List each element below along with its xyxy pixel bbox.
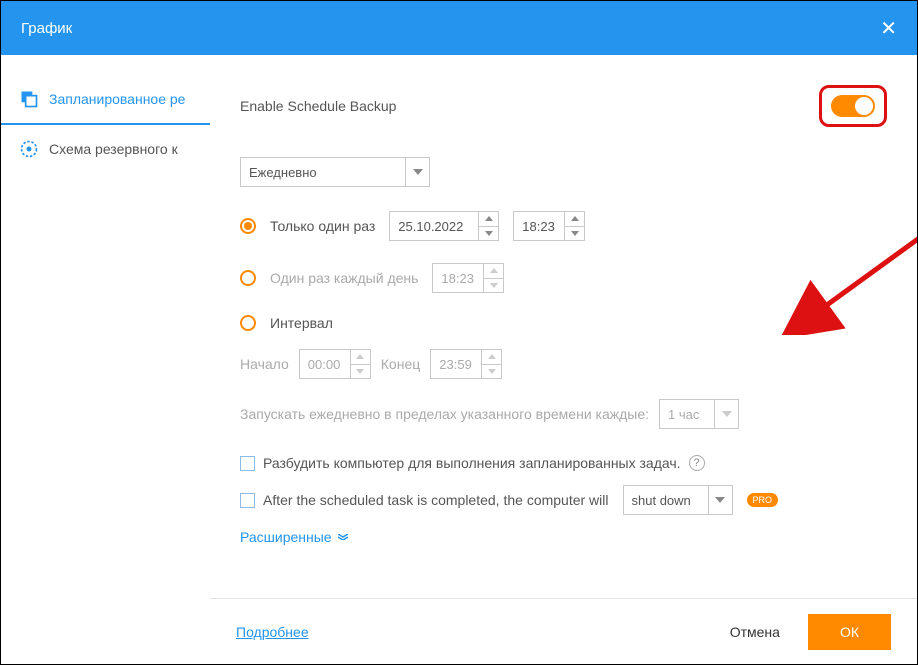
dialog-body: Запланированное ре Схема резервного к En… bbox=[1, 55, 917, 598]
pro-badge: PRO bbox=[747, 493, 779, 507]
once-time-input[interactable] bbox=[513, 211, 585, 241]
advanced-label: Расширенные bbox=[240, 529, 332, 545]
sidebar-item-label: Запланированное ре bbox=[49, 91, 185, 107]
main-panel: Enable Schedule Backup Ежедневно Только … bbox=[210, 55, 917, 598]
wake-row: Разбудить компьютер для выполнения запла… bbox=[240, 455, 887, 471]
chevron-up-icon[interactable] bbox=[482, 350, 501, 365]
option-daily-row: Один раз каждый день bbox=[240, 263, 887, 293]
frequency-select[interactable]: Ежедневно bbox=[240, 157, 430, 187]
after-checkbox[interactable] bbox=[240, 493, 255, 508]
advanced-link[interactable]: Расширенные bbox=[240, 529, 887, 545]
option-once-row: Только один раз bbox=[240, 211, 887, 241]
after-action-select[interactable]: shut down bbox=[623, 485, 733, 515]
enable-toggle[interactable] bbox=[831, 95, 875, 117]
daily-time-input[interactable] bbox=[432, 263, 504, 293]
frequency-row: Ежедневно bbox=[240, 157, 887, 187]
sidebar-item-scheme[interactable]: Схема резервного к bbox=[1, 125, 210, 173]
chevron-up-icon[interactable] bbox=[479, 212, 498, 227]
frequency-value: Ежедневно bbox=[249, 165, 317, 180]
close-icon[interactable]: ✕ bbox=[880, 16, 897, 41]
enable-row: Enable Schedule Backup bbox=[240, 85, 887, 127]
chevron-down-icon[interactable] bbox=[565, 227, 584, 241]
chevron-down-icon[interactable] bbox=[351, 365, 370, 379]
radio-daily[interactable] bbox=[240, 270, 256, 286]
double-chevron-down-icon bbox=[338, 534, 348, 540]
chevron-up-icon[interactable] bbox=[565, 212, 584, 227]
spinner-buttons[interactable] bbox=[483, 264, 503, 292]
radio-interval-label: Интервал bbox=[270, 315, 333, 331]
spinner-buttons[interactable] bbox=[478, 212, 498, 240]
radio-once-label: Только один раз bbox=[270, 218, 375, 234]
chevron-down-icon[interactable] bbox=[482, 365, 501, 379]
copy-icon bbox=[19, 89, 39, 109]
interval-end-label: Конец bbox=[381, 356, 420, 372]
sidebar: Запланированное ре Схема резервного к bbox=[1, 55, 210, 598]
option-interval-row: Интервал bbox=[240, 315, 887, 331]
interval-every-row: Запускать ежедневно в пределах указанног… bbox=[240, 399, 887, 429]
footer-buttons: Отмена ОК bbox=[720, 614, 891, 650]
footer: Подробнее Отмена ОК bbox=[210, 598, 917, 664]
gear-icon bbox=[19, 139, 39, 159]
enable-label: Enable Schedule Backup bbox=[240, 98, 396, 114]
sidebar-item-scheduled[interactable]: Запланированное ре bbox=[1, 75, 210, 125]
radio-once[interactable] bbox=[240, 218, 256, 234]
chevron-down-icon bbox=[708, 486, 732, 514]
ok-button[interactable]: ОК bbox=[808, 614, 891, 650]
spinner-buttons[interactable] bbox=[350, 350, 370, 378]
interval-end-input[interactable] bbox=[430, 349, 502, 379]
wake-checkbox[interactable] bbox=[240, 456, 255, 471]
interval-range-row: Начало Конец bbox=[240, 349, 887, 379]
spinner-buttons[interactable] bbox=[481, 350, 501, 378]
radio-daily-label: Один раз каждый день bbox=[270, 270, 418, 286]
chevron-up-icon[interactable] bbox=[484, 264, 503, 279]
once-date-input[interactable] bbox=[389, 211, 499, 241]
chevron-down-icon bbox=[405, 158, 429, 186]
chevron-up-icon[interactable] bbox=[351, 350, 370, 365]
chevron-down-icon[interactable] bbox=[484, 279, 503, 293]
interval-start-label: Начало bbox=[240, 356, 289, 372]
help-icon[interactable]: ? bbox=[689, 455, 705, 471]
schedule-dialog: График ✕ Запланированное ре Схема резерв… bbox=[0, 0, 918, 665]
sidebar-item-label: Схема резервного к bbox=[49, 141, 178, 157]
dialog-title: График bbox=[21, 20, 72, 37]
interval-every-select[interactable]: 1 час bbox=[659, 399, 739, 429]
chevron-down-icon bbox=[714, 400, 738, 428]
more-link[interactable]: Подробнее bbox=[236, 624, 309, 640]
after-row: After the scheduled task is completed, t… bbox=[240, 485, 887, 515]
titlebar: График ✕ bbox=[1, 1, 917, 55]
wake-label: Разбудить компьютер для выполнения запла… bbox=[263, 455, 681, 471]
interval-start-input[interactable] bbox=[299, 349, 371, 379]
cancel-button[interactable]: Отмена bbox=[720, 616, 790, 648]
after-label: After the scheduled task is completed, t… bbox=[263, 492, 609, 508]
interval-every-label: Запускать ежедневно в пределах указанног… bbox=[240, 406, 649, 422]
interval-every-value: 1 час bbox=[668, 407, 699, 422]
radio-interval[interactable] bbox=[240, 315, 256, 331]
after-action-value: shut down bbox=[632, 493, 691, 508]
spinner-buttons[interactable] bbox=[564, 212, 584, 240]
chevron-down-icon[interactable] bbox=[479, 227, 498, 241]
toggle-highlight bbox=[819, 85, 887, 127]
